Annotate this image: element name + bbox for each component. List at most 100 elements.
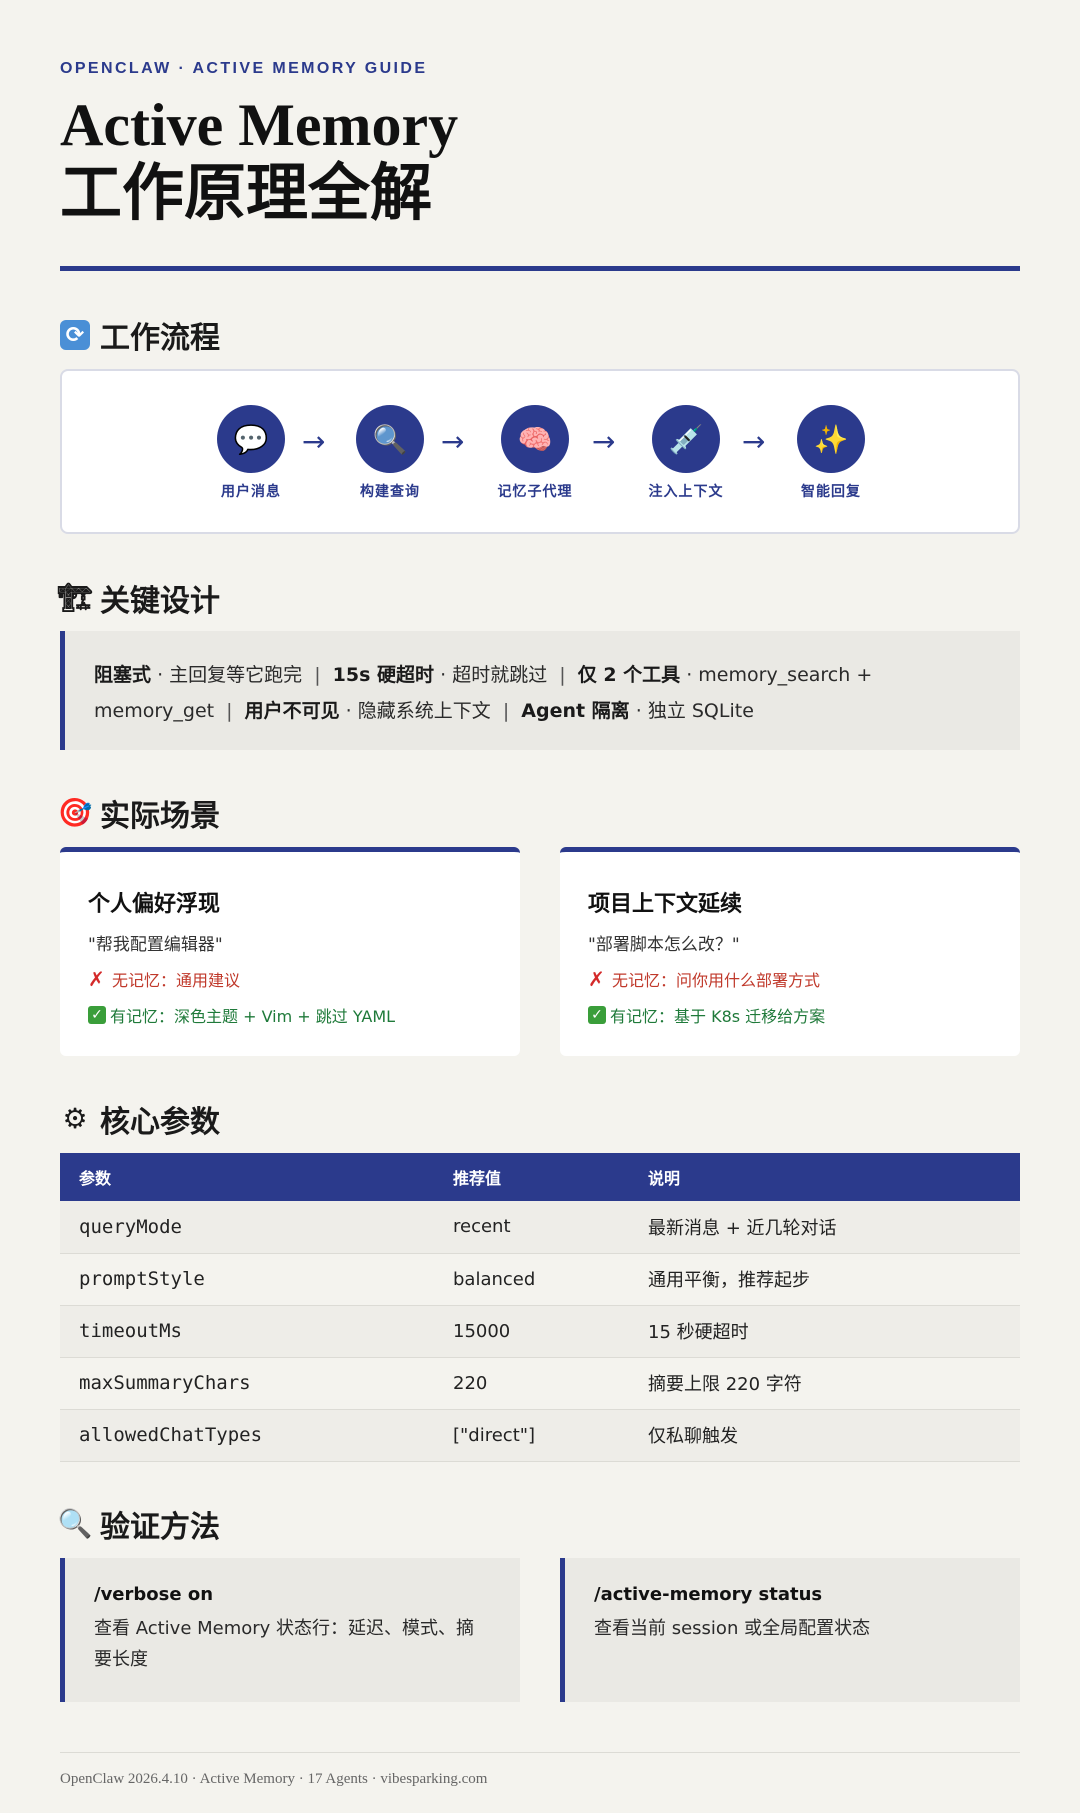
check-icon: ✓ [588, 1006, 606, 1024]
verify-command: /active-memory status [594, 1584, 823, 1605]
gear-icon: ⚙ [62, 1102, 88, 1135]
design-dot: · [635, 700, 642, 722]
verify-command: /verbose on [94, 1584, 214, 1605]
refresh-icon: ⟳ [60, 320, 90, 350]
param-desc: 摘要上限 220 字符 [629, 1357, 1020, 1410]
flow-step-label: 智能回复 [801, 484, 861, 500]
scenario-with-text: 有记忆：基于 K8s 迁移给方案 [610, 1007, 826, 1026]
section-heading-flow: ⟳ 工作流程 [60, 313, 220, 357]
param-name: promptStyle [60, 1253, 434, 1306]
flow-step-label: 注入上下文 [648, 484, 724, 500]
crane-icon: 🏗 [57, 581, 93, 614]
cross-icon: ✗ [88, 967, 105, 991]
param-value: recent [434, 1201, 629, 1254]
param-value: balanced [434, 1253, 629, 1306]
magnifier-icon: 🔍 [356, 405, 424, 473]
header-param: 参数 [60, 1153, 434, 1201]
syringe-icon: 💉 [652, 405, 720, 473]
design-separator: | [226, 700, 233, 722]
param-desc: 15 秒硬超时 [629, 1305, 1020, 1358]
params-table: 参数 推荐值 说明 queryMode recent 最新消息 + 近几轮对话 … [60, 1153, 1020, 1462]
scenario-with-text: 有记忆：深色主题 + Vim + 跳过 YAML [110, 1007, 396, 1026]
check-icon: ✓ [88, 1006, 106, 1024]
design-item-text: 隐藏系统上下文 [357, 700, 491, 722]
header-value: 推荐值 [434, 1153, 629, 1201]
design-separator: | [502, 700, 510, 722]
scenario-card-project: 项目上下文延续 "部署脚本怎么改？" ✗ 无记忆：问你用什么部署方式 ✓ 有记忆… [560, 847, 1020, 1056]
verify-card-verbose: /verbose on 查看 Active Memory 状态行：延迟、模式、摘… [60, 1558, 520, 1702]
scenario-without-memory: ✗ 无记忆：问你用什么部署方式 [588, 967, 992, 991]
design-item-bold: 15s 硬超时 [332, 664, 435, 686]
speech-bubble-icon: 💬 [217, 405, 285, 473]
design-separator: | [314, 664, 321, 686]
param-name: queryMode [60, 1201, 434, 1254]
param-name: timeoutMs [60, 1305, 434, 1358]
section-heading-design: 🏗 关键设计 [57, 576, 220, 620]
page-title-en: Active Memory [60, 92, 459, 158]
design-item-text: 独立 SQLite [647, 700, 754, 722]
scenario-with-memory: ✓ 有记忆：深色主题 + Vim + 跳过 YAML [88, 1003, 492, 1027]
section-heading-params: ⚙ 核心参数 [60, 1097, 220, 1141]
verify-card-status: /active-memory status 查看当前 session 或全局配置… [560, 1558, 1020, 1702]
section-title-design: 关键设计 [100, 584, 220, 619]
section-title-verify: 验证方法 [100, 1510, 220, 1545]
flow-arrow: → [742, 425, 766, 458]
cross-icon: ✗ [588, 967, 605, 991]
flow-arrow: → [441, 425, 465, 458]
magnifier-icon: 🔍 [57, 1507, 93, 1540]
kicker: OPENCLAW · ACTIVE MEMORY GUIDE [60, 60, 428, 77]
section-title-scenarios: 实际场景 [100, 799, 220, 834]
table-row: allowedChatTypes ["direct"] 仅私聊触发 [60, 1409, 1020, 1462]
verify-description: 查看当前 session 或全局配置状态 [594, 1618, 871, 1639]
flow-step-build-query: 🔍 构建查询 [330, 405, 450, 501]
flow-step-label: 构建查询 [360, 484, 420, 500]
param-name: maxSummaryChars [60, 1357, 434, 1410]
flow-step-label: 用户消息 [221, 484, 281, 500]
page-title-zh: 工作原理全解 [60, 156, 433, 229]
flow-arrow: → [592, 425, 616, 458]
sparkles-icon: ✨ [797, 405, 865, 473]
flow-step-label: 记忆子代理 [497, 484, 573, 500]
table-row: promptStyle balanced 通用平衡，推荐起步 [60, 1253, 1020, 1306]
scenario-quote: "帮我配置编辑器" [88, 935, 223, 955]
scenario-title: 个人偏好浮现 [88, 892, 221, 917]
design-item-text: 超时就跳过 [452, 664, 548, 686]
scenario-without-text: 无记忆：通用建议 [112, 971, 241, 990]
scenario-with-memory: ✓ 有记忆：基于 K8s 迁移给方案 [588, 1003, 992, 1027]
key-design-box: 阻塞式 · 主回复等它跑完 | 15s 硬超时 · 超时就跳过 | 仅 2 个工… [60, 631, 1020, 750]
scenario-quote: "部署脚本怎么改？" [588, 935, 740, 955]
flow-arrow: → [302, 425, 326, 458]
param-value: 220 [434, 1357, 629, 1410]
guide-page: OPENCLAW · ACTIVE MEMORY GUIDE Active Me… [0, 0, 1080, 1813]
design-dot: · [686, 664, 693, 686]
header-desc: 说明 [629, 1153, 1020, 1201]
section-title-flow: 工作流程 [100, 321, 220, 356]
flow-step-memory-subagent: 🧠 记忆子代理 [475, 405, 595, 501]
section-heading-scenarios: 🎯 实际场景 [57, 791, 220, 835]
flow-diagram: 💬 用户消息 → 🔍 构建查询 → 🧠 记忆子代理 → 💉 注入上下文 → ✨ … [60, 369, 1020, 534]
table-row: queryMode recent 最新消息 + 近几轮对话 [60, 1201, 1020, 1254]
table-row: timeoutMs 15000 15 秒硬超时 [60, 1305, 1020, 1358]
design-item-bold: Agent 隔离 [521, 700, 630, 722]
footer-divider [60, 1752, 1020, 1753]
flow-step-user-message: 💬 用户消息 [191, 405, 311, 501]
table-row: maxSummaryChars 220 摘要上限 220 字符 [60, 1357, 1020, 1410]
design-item-bold: 用户不可见 [244, 700, 340, 722]
section-title-params: 核心参数 [100, 1105, 220, 1140]
flow-step-inject-context: 💉 注入上下文 [626, 405, 746, 501]
table-header-row: 参数 推荐值 说明 [60, 1153, 1020, 1201]
design-item-bold: 仅 2 个工具 [577, 664, 681, 686]
param-value: ["direct"] [434, 1409, 629, 1462]
target-icon: 🎯 [57, 796, 93, 829]
flow-step-smart-reply: ✨ 智能回复 [771, 405, 891, 501]
param-value: 15000 [434, 1305, 629, 1358]
brain-icon: 🧠 [501, 405, 569, 473]
param-name: allowedChatTypes [60, 1409, 434, 1462]
design-dot: · [157, 664, 164, 686]
scenario-without-text: 无记忆：问你用什么部署方式 [612, 971, 821, 990]
param-desc: 仅私聊触发 [629, 1409, 1020, 1462]
verify-description: 查看 Active Memory 状态行：延迟、模式、摘要长度 [94, 1618, 475, 1670]
section-heading-verify: 🔍 验证方法 [57, 1502, 220, 1546]
scenario-without-memory: ✗ 无记忆：通用建议 [88, 967, 492, 991]
footer: OpenClaw 2026.4.10 · Active Memory · 17 … [60, 1771, 488, 1787]
